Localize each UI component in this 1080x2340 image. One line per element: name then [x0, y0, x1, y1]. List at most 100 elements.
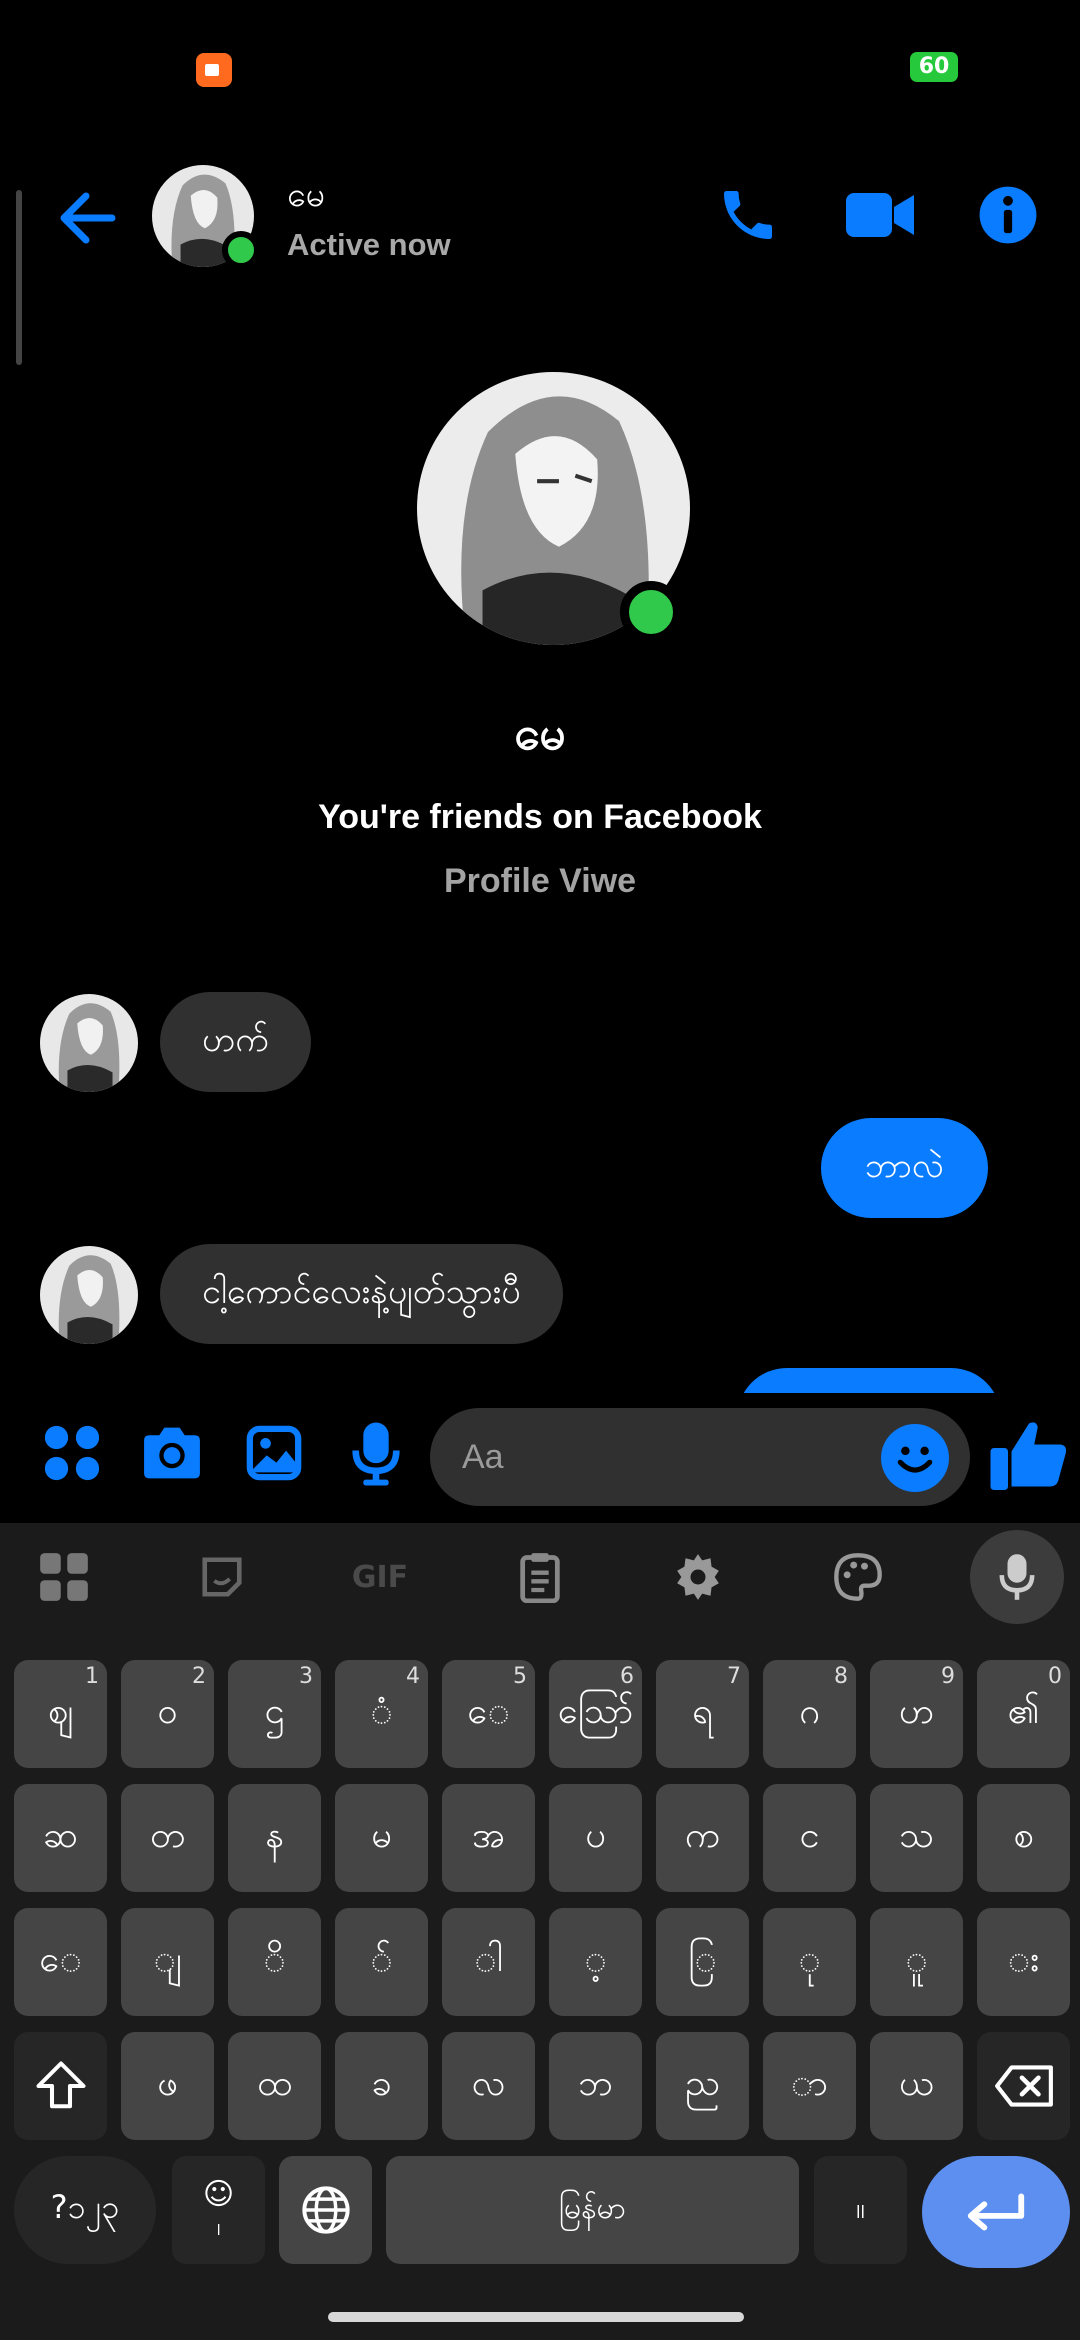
voice-message-button[interactable] — [338, 1415, 414, 1491]
keyboard-settings-button[interactable] — [658, 1540, 738, 1614]
key-label: ဆ — [43, 1815, 78, 1856]
key-label: န — [265, 1815, 284, 1856]
keyboard-key[interactable]: 5ေ — [442, 1660, 535, 1768]
enter-key[interactable] — [922, 2156, 1070, 2268]
microphone-icon — [352, 1422, 400, 1486]
keyboard-key[interactable]: ါ — [442, 1908, 535, 2016]
key-label: ာ — [790, 2063, 829, 2104]
keyboard-key[interactable]: အ — [442, 1784, 535, 1892]
message-bubble-incoming[interactable]: ငါ့ကောင်လေးနဲ့ပျတ်သွားပီ — [160, 1244, 563, 1344]
keyboard-key[interactable]: က — [656, 1784, 749, 1892]
keyboard-key[interactable]: 7ရ — [656, 1660, 749, 1768]
keyboard-key[interactable]: င — [763, 1784, 856, 1892]
key-label: သ — [899, 1815, 934, 1856]
key-label: ယ — [899, 2063, 934, 2104]
key-label: ဖ — [157, 2063, 178, 2104]
keyboard-key[interactable]: ေ — [14, 1908, 107, 2016]
keyboard-key[interactable]: သ — [870, 1784, 963, 1892]
view-profile-link[interactable]: Profile Viwe — [0, 862, 1080, 901]
gallery-button[interactable] — [236, 1415, 312, 1491]
language-switch-key[interactable] — [279, 2156, 372, 2264]
keyboard-key[interactable]: ျ — [121, 1908, 214, 2016]
key-label: ျ — [153, 1939, 182, 1980]
keyboard-key[interactable]: ် — [335, 1908, 428, 2016]
keyboard-key[interactable]: မ — [335, 1784, 428, 1892]
key-number-hint: 8 — [834, 1664, 848, 1689]
keyboard-key[interactable]: လ — [442, 2032, 535, 2140]
enter-arrow-icon — [967, 2193, 1025, 2231]
online-status-dot-large — [620, 581, 682, 643]
keyboard-key[interactable]: ည — [656, 2032, 749, 2140]
keyboard-key[interactable]: ု — [763, 1908, 856, 2016]
space-bar[interactable]: မြန်မာ — [386, 2156, 799, 2264]
keyboard-key[interactable]: း — [977, 1908, 1070, 2016]
key-label: ြ — [688, 1939, 717, 1980]
key-label: ေ — [467, 1691, 510, 1732]
key-label: ထ — [257, 2063, 292, 2104]
keyboard-theme-button[interactable] — [818, 1540, 898, 1614]
camera-icon — [144, 1427, 200, 1479]
backspace-icon — [994, 2065, 1053, 2107]
message-bubble-outgoing[interactable]: ဘာလဲ — [821, 1118, 988, 1218]
keyboard-key[interactable]: ဆ — [14, 1784, 107, 1892]
keyboard-key[interactable]: ပ — [549, 1784, 642, 1892]
keyboard-key[interactable]: 9ဟ — [870, 1660, 963, 1768]
keyboard-key[interactable]: ယ — [870, 2032, 963, 2140]
message-bubble-incoming[interactable]: ဟက် — [160, 992, 311, 1092]
keyboard-apps-button[interactable] — [24, 1540, 104, 1614]
backspace-key[interactable] — [977, 2032, 1070, 2140]
keyboard-key[interactable]: 4ံ — [335, 1660, 428, 1768]
profile-avatar-large[interactable] — [417, 372, 690, 645]
keyboard-key[interactable]: ြ — [656, 1908, 749, 2016]
key-label: ဟ — [898, 1691, 935, 1732]
smiley-icon — [897, 1446, 933, 1473]
keyboard-key[interactable]: 1ဈ — [14, 1660, 107, 1768]
key-number-hint: 7 — [727, 1664, 741, 1689]
keyboard-clipboard-button[interactable] — [500, 1540, 580, 1614]
keyboard-key[interactable]: ူ — [870, 1908, 963, 2016]
keyboard-key[interactable]: ခ — [335, 2032, 428, 2140]
four-dots-icon — [44, 1425, 100, 1481]
camera-button[interactable] — [134, 1415, 210, 1491]
symbols-key[interactable]: ?၁၂၃ — [14, 2156, 156, 2264]
keyboard-key[interactable]: တ — [121, 1784, 214, 1892]
key-label: က — [684, 1815, 721, 1856]
keyboard-key[interactable]: ိ — [228, 1908, 321, 2016]
key-label: ဝ — [157, 1691, 178, 1732]
sender-avatar[interactable] — [40, 1246, 138, 1344]
keyboard-voice-input-button[interactable] — [970, 1530, 1064, 1624]
more-actions-button[interactable] — [34, 1415, 110, 1491]
key-label: ိ — [263, 1939, 286, 1980]
key-number-hint: 9 — [941, 1664, 955, 1689]
clipboard-icon — [520, 1553, 560, 1603]
keyboard-key[interactable]: 8ဂ — [763, 1660, 856, 1768]
keyboard-key[interactable]: န — [228, 1784, 321, 1892]
keyboard-key[interactable]: ဖ — [121, 2032, 214, 2140]
like-button[interactable] — [984, 1410, 1074, 1500]
keyboard-key[interactable]: 3ဌ — [228, 1660, 321, 1768]
emoji-key[interactable]: ☺ ၊ — [172, 2156, 265, 2264]
shift-key[interactable] — [14, 2032, 107, 2140]
keyboard-key[interactable]: ဘ — [549, 2032, 642, 2140]
message-bubble-outgoing-partial[interactable] — [737, 1368, 1001, 1393]
key-label: ့ — [584, 1939, 607, 1980]
keyboard-key[interactable]: 6ဪ — [549, 1660, 642, 1768]
keyboard-sticker-button[interactable] — [182, 1540, 262, 1614]
sender-avatar[interactable] — [40, 994, 138, 1092]
period-key[interactable]: ။ — [814, 2156, 907, 2264]
keyboard-key[interactable]: စ — [977, 1784, 1070, 1892]
key-label: း — [1007, 1939, 1040, 1980]
keyboard-key[interactable]: 2ဝ — [121, 1660, 214, 1768]
home-gesture-bar[interactable] — [328, 2312, 744, 2322]
keyboard-key[interactable]: ာ — [763, 2032, 856, 2140]
emoji-button[interactable] — [881, 1424, 949, 1492]
keyboard-key[interactable]: 0 ၏ — [977, 1660, 1070, 1768]
keyboard-gif-button[interactable]: GIF — [340, 1540, 420, 1614]
sticker-icon — [202, 1557, 242, 1597]
key-label: ည — [685, 2063, 720, 2104]
keyboard-key[interactable]: ထ — [228, 2032, 321, 2140]
key-label: ် — [370, 1939, 393, 1980]
keyboard-key[interactable]: ့ — [549, 1908, 642, 2016]
key-number-hint: 4 — [406, 1664, 420, 1689]
apps-grid-icon — [40, 1553, 88, 1601]
